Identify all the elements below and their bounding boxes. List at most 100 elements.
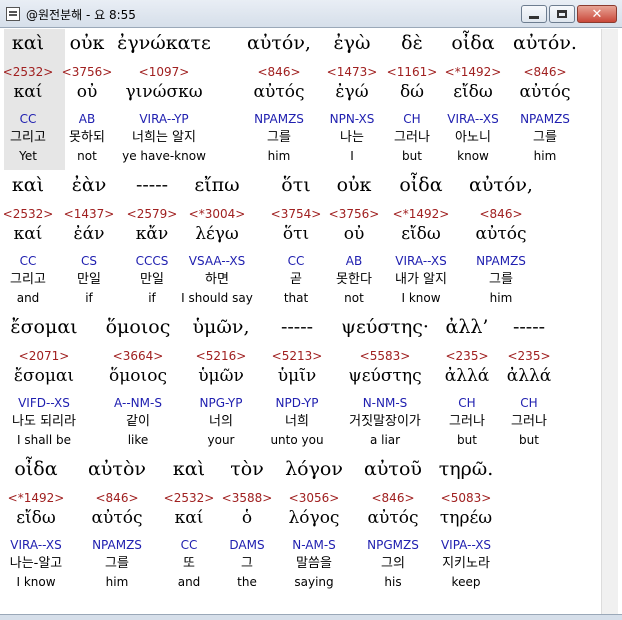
greek-word: αὐτοῦ [364,458,422,480]
greek-word: εἴπω [194,174,240,196]
english-gloss: saying [294,575,334,589]
lemma: ὁ [241,508,253,528]
korean-gloss: 같이 [126,414,150,429]
english-gloss: him [105,575,129,589]
parsing-code: CC [180,538,198,552]
parsing-code: NPAMZS [254,112,304,126]
lemma: ὑμῖν [277,366,317,386]
parsing-code: NPD-YP [275,396,319,410]
greek-word: οὐκ [336,174,372,196]
parsing-code: CS [81,254,97,268]
english-gloss: him [489,291,513,305]
english-gloss: keep [451,575,481,589]
parsing-code: N-NM-S [362,396,408,410]
parsing-code: CCCS [135,254,169,268]
korean-gloss: 그를 [267,130,291,145]
lemma: καί [13,224,43,244]
lemma: λέγω [195,224,239,244]
strong-number: <5583> [359,349,411,363]
strong-number: <*1492> [392,207,450,221]
greek-word: ----- [135,174,169,196]
strong-number: <3756> [61,65,113,79]
strong-number: <846> [257,65,301,79]
strong-number: <235> [507,349,551,363]
parsing-code: NPAMZS [476,254,526,268]
lemma: λόγος [288,508,340,528]
korean-gloss: 너의 [209,414,233,429]
english-gloss: your [207,433,235,447]
english-gloss: I know [401,291,441,305]
korean-gloss: 그리고 [10,272,46,287]
close-icon: ✕ [591,6,603,22]
strong-number: <2071> [18,349,70,363]
korean-gloss: 거짓말장이가 [349,414,421,429]
korean-gloss: 만일 [77,272,101,287]
greek-word: καὶ [172,458,206,480]
strong-number: <1097> [138,65,190,79]
strong-number: <1437> [63,207,115,221]
english-gloss: I should say [181,291,253,305]
greek-word: ὑμῶν, [192,316,250,338]
english-gloss: I know [16,575,56,589]
lemma: ἐάν [73,224,105,244]
english-gloss: ye have-know [122,149,206,163]
english-gloss: I shall be [16,433,72,447]
greek-word: τηρῶ. [438,458,494,480]
english-gloss: I [350,149,354,163]
lemma: εἴδω [401,224,441,244]
greek-word: ἔσομαι [10,316,78,338]
maximize-button[interactable] [549,5,575,23]
greek-word: οἶδα [14,458,58,480]
english-gloss: and [177,575,201,589]
parsing-code: CH [458,396,476,410]
strong-number: <846> [523,65,567,79]
greek-word: οὐκ [69,32,105,54]
close-button[interactable]: ✕ [577,5,617,23]
parsing-code: CH [520,396,538,410]
parsing-code: AB [78,112,96,126]
greek-word: ὅμοιος [105,316,171,338]
english-gloss: a liar [369,433,401,447]
korean-gloss: 만일 [140,272,164,287]
lemma: ἐγώ [335,82,369,102]
korean-gloss: 나는-알고 [9,556,63,571]
lemma: ὅτι [282,224,310,244]
strong-number: <3588> [221,491,273,505]
strong-number: <3056> [288,491,340,505]
greek-word: οἶδα [451,32,495,54]
lemma: ὅμοιος [109,366,167,386]
english-gloss: if [148,291,156,305]
greek-word: ψεύστης· [341,316,429,338]
lemma: γινώσκω [125,82,203,102]
lemma: οὐ [76,82,98,102]
korean-gloss: 그 [241,556,253,571]
english-gloss: but [402,149,422,163]
korean-gloss: 또 [183,556,195,571]
strong-number: <235> [445,349,489,363]
korean-gloss: 내가 알지 [395,272,447,287]
parsing-code: NPG-YP [199,396,243,410]
lemma: αὐτός [475,224,527,244]
english-gloss: him [267,149,291,163]
parsing-code: CC [287,254,305,268]
english-gloss: but [519,433,539,447]
english-gloss: like [127,433,149,447]
korean-gloss: 그를 [533,130,557,145]
english-gloss: not [77,149,97,163]
lemma: αὐτός [253,82,305,102]
greek-word: αὐτόν. [513,32,577,54]
strong-number: <3756> [328,207,380,221]
korean-gloss: 나도 되리라 [12,414,76,429]
english-gloss: if [85,291,93,305]
korean-gloss: 나는 [340,130,364,145]
app-icon[interactable] [6,7,20,21]
minimize-button[interactable] [521,5,547,23]
lemma: ὑμῶν [198,366,244,386]
korean-gloss: 그러나 [449,414,485,429]
parsing-code: A--NM-S [114,396,162,410]
greek-word: ἐγνώκατε [117,32,211,54]
greek-word: καὶ [11,174,45,196]
greek-word: ὅτι [281,174,311,196]
greek-word: αὐτὸν [88,458,146,480]
vertical-scrollbar[interactable] [601,29,618,614]
